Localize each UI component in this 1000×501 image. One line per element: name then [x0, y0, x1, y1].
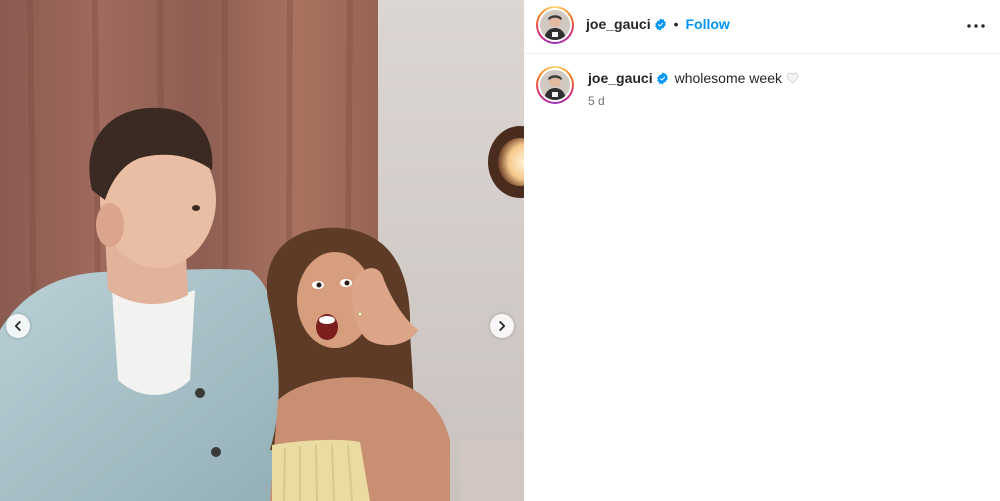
avatar-image [540, 10, 570, 40]
post-media[interactable] [0, 0, 524, 501]
caption-avatar[interactable] [536, 66, 574, 104]
post-header: joe_gauci • Follow [524, 0, 1000, 54]
more-horizontal-icon [967, 24, 985, 28]
verified-badge-icon [654, 17, 666, 31]
caption-line: joe_gauci wholesome week [588, 70, 799, 86]
caption-text: wholesome week [674, 70, 782, 86]
separator-dot: • [673, 16, 679, 32]
verified-badge-icon [656, 71, 668, 85]
chevron-left-icon [14, 321, 21, 331]
avatar-image [540, 70, 570, 100]
previous-photo-button[interactable] [6, 314, 30, 338]
chevron-right-icon [499, 321, 506, 331]
caption-username[interactable]: joe_gauci [588, 70, 653, 86]
username[interactable]: joe_gauci [586, 16, 651, 32]
avatar[interactable] [536, 6, 574, 44]
next-photo-button[interactable] [490, 314, 514, 338]
follow-button[interactable]: Follow [686, 16, 730, 32]
post-timestamp[interactable]: 5 d [588, 94, 605, 108]
post-sidebar: joe_gauci • Follow joe_gauci wholesome w… [524, 0, 1000, 501]
more-options-button[interactable] [966, 16, 986, 36]
white-heart-icon [786, 72, 799, 84]
post-photo [0, 0, 524, 501]
